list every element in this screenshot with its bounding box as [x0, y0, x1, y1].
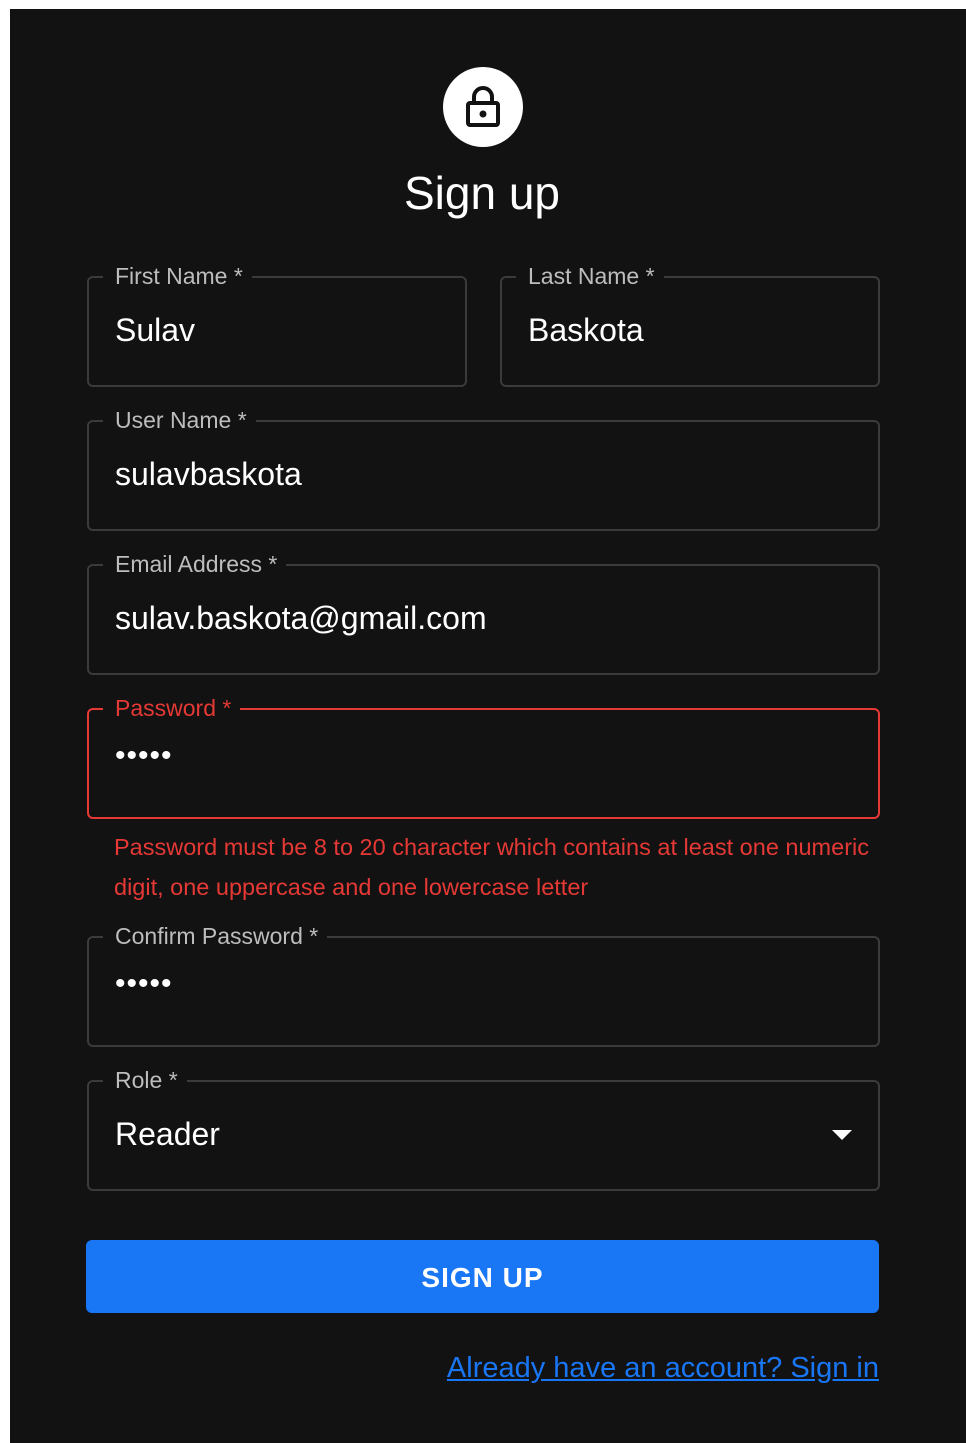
- first-name-field[interactable]: First Name * Sulav: [87, 261, 467, 387]
- role-value: Reader: [115, 1116, 220, 1152]
- password-field[interactable]: Password * •••••: [87, 693, 880, 819]
- first-name-label: First Name *: [103, 261, 252, 291]
- caret-down-icon[interactable]: [832, 1130, 852, 1140]
- sign-in-link[interactable]: Already have an account? Sign in: [447, 1352, 879, 1385]
- signup-panel: Sign up First Name * Sulav Last Name * B…: [10, 9, 966, 1443]
- confirm-password-field[interactable]: Confirm Password * •••••: [87, 921, 880, 1047]
- confirm-password-label: Confirm Password *: [103, 921, 328, 951]
- lock-icon: [466, 86, 500, 127]
- password-label: Password *: [103, 693, 241, 723]
- password-error-text: Password must be 8 to 20 character which…: [114, 834, 869, 900]
- page-title: Sign up: [403, 167, 560, 219]
- user-name-value: sulavbaskota: [115, 456, 302, 492]
- last-name-field[interactable]: Last Name * Baskota: [500, 261, 880, 387]
- user-name-label: User Name *: [103, 405, 256, 435]
- sign-up-button[interactable]: SIGN UP: [86, 1240, 879, 1313]
- user-name-field[interactable]: User Name * sulavbaskota: [87, 405, 880, 531]
- email-value: sulav.baskota@gmail.com: [115, 600, 487, 636]
- last-name-label: Last Name *: [516, 261, 664, 291]
- email-label: Email Address *: [103, 549, 287, 579]
- role-label: Role *: [103, 1065, 187, 1095]
- password-value: •••••: [115, 739, 173, 772]
- first-name-value: Sulav: [115, 312, 196, 348]
- role-select[interactable]: Role * Reader: [87, 1065, 880, 1191]
- last-name-value: Baskota: [528, 312, 644, 348]
- avatar: [443, 67, 523, 147]
- confirm-password-value: •••••: [115, 967, 173, 1000]
- email-field[interactable]: Email Address * sulav.baskota@gmail.com: [87, 549, 880, 675]
